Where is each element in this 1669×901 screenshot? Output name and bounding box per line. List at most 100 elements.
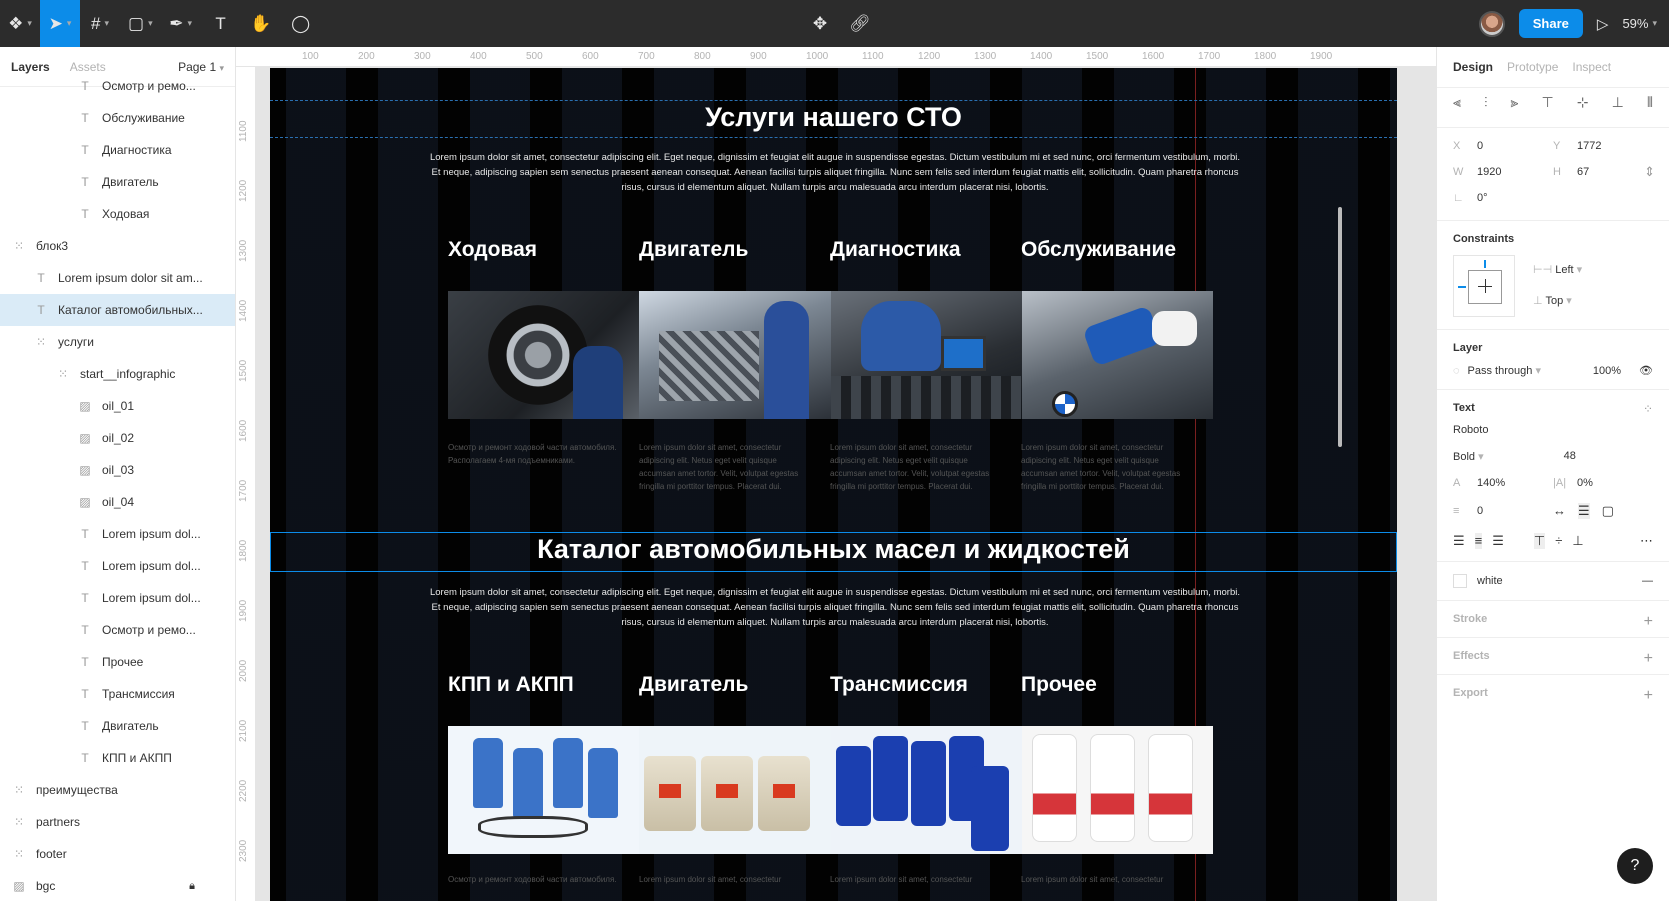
service-image-diagnostics[interactable] — [830, 291, 1022, 419]
comment-tool-button[interactable]: ◯ — [281, 0, 321, 47]
distribute-icon[interactable]: ⦀ — [1647, 94, 1653, 111]
lock-icon[interactable]: 🔒︎ — [189, 880, 195, 893]
text-styles-icon[interactable]: ⁘ — [1643, 402, 1653, 416]
layer-row[interactable]: T Lorem ipsum dol... — [0, 550, 235, 582]
tab-assets[interactable]: Assets — [70, 60, 106, 74]
catalog-title[interactable]: Каталог автомобильных масел и жидкостей — [270, 534, 1397, 565]
fill-swatch[interactable] — [1453, 574, 1467, 588]
add-stroke-icon[interactable]: + — [1644, 613, 1653, 631]
layer-row[interactable]: ▨ oil_04 — [0, 486, 235, 518]
layer-row[interactable]: T Обслуживание — [0, 102, 235, 134]
service-caption-4[interactable]: Lorem ipsum dolor sit amet, consectetur … — [1021, 441, 1196, 493]
service-title-2[interactable]: Двигатель — [639, 238, 748, 262]
paragraph-spacing-field[interactable]: ≡ 0 — [1453, 503, 1553, 519]
w-field[interactable]: W 1920 — [1453, 166, 1553, 178]
avatar[interactable] — [1478, 10, 1505, 37]
font-family-select[interactable]: Roboto — [1453, 424, 1653, 436]
constraint-horizontal[interactable]: ⊢⊣ Left ▾ — [1533, 263, 1582, 276]
layer-row[interactable]: T Двигатель — [0, 166, 235, 198]
text-align-middle-icon[interactable]: ÷ — [1555, 533, 1562, 549]
pen-tool-button[interactable]: ✒ ▾ — [161, 0, 201, 47]
layer-row[interactable]: T Двигатель — [0, 710, 235, 742]
line-height-field[interactable]: A 140% — [1453, 477, 1553, 489]
oil-image-2[interactable] — [639, 726, 831, 854]
layer-row[interactable]: ⁙ footer — [0, 838, 235, 870]
text-align-bottom-icon[interactable]: ⊥ — [1572, 533, 1583, 549]
fill-name[interactable]: white — [1477, 575, 1503, 587]
layer-row[interactable]: ▨ oil_02 — [0, 422, 235, 454]
opacity-value[interactable]: 100% — [1593, 365, 1621, 377]
align-center-h-icon[interactable]: ⫶ — [1484, 94, 1488, 111]
service-image-engine[interactable] — [639, 291, 831, 419]
catalog-description[interactable]: Lorem ipsum dolor sit amet, consectetur … — [425, 585, 1245, 630]
text-align-top-icon[interactable]: ⊤ — [1533, 533, 1546, 549]
services-title[interactable]: Услуги нашего СТО — [270, 102, 1397, 133]
service-caption-3[interactable]: Lorem ipsum dolor sit amet, consectetur … — [830, 441, 1005, 493]
catalog-title-1[interactable]: КПП и АКПП — [448, 673, 574, 697]
more-options-icon[interactable]: ⋯ — [1640, 533, 1653, 549]
shape-tool-button[interactable]: ▢ ▾ — [120, 0, 161, 47]
remove-fill-icon[interactable]: — — [1642, 575, 1653, 587]
service-caption-1[interactable]: Осмотр и ремонт ходовой части автомобиля… — [448, 441, 623, 467]
constraint-vertical[interactable]: ⊥ Top ▾ — [1533, 294, 1582, 307]
layer-row[interactable]: T Осмотр и ремо... — [0, 614, 235, 646]
catalog-caption-2[interactable]: Lorem ipsum dolor sit amet, consectetur — [639, 873, 814, 886]
service-title-4[interactable]: Обслуживание — [1021, 238, 1176, 262]
page-selector[interactable]: Page 1 ▾ — [178, 60, 224, 74]
text-align-center-icon[interactable]: ≡ — [1474, 533, 1483, 549]
align-middle-v-icon[interactable]: ⊹ — [1577, 94, 1589, 111]
auto-height-icon[interactable]: ☰ — [1578, 503, 1590, 519]
layer-row[interactable]: ⁙ partners — [0, 806, 235, 838]
catalog-title-3[interactable]: Трансмиссия — [830, 673, 968, 697]
services-description[interactable]: Lorem ipsum dolor sit amet, consectetur … — [425, 150, 1245, 195]
link-button[interactable]: 🔗︎ — [840, 0, 880, 47]
align-right-icon[interactable]: ⫸ — [1511, 94, 1519, 111]
align-left-icon[interactable]: ⫷ — [1453, 94, 1461, 111]
text-align-left-icon[interactable]: ☰ — [1453, 533, 1465, 549]
catalog-title-4[interactable]: Прочее — [1021, 673, 1097, 697]
layer-row[interactable]: T Прочее — [0, 646, 235, 678]
layer-row[interactable]: T Осмотр и ремо... — [0, 70, 235, 102]
oil-image-3[interactable] — [830, 726, 1022, 854]
hand-tool-button[interactable]: ✋ — [241, 0, 281, 47]
layer-row[interactable]: T Ходовая — [0, 198, 235, 230]
components-button[interactable]: ✥ — [800, 0, 840, 47]
layer-row[interactable]: T Lorem ipsum dol... — [0, 582, 235, 614]
tab-inspect[interactable]: Inspect — [1572, 60, 1611, 74]
text-tool-button[interactable]: T — [201, 0, 241, 47]
layer-row[interactable]: T Lorem ipsum dol... — [0, 518, 235, 550]
move-tool-button[interactable]: ➤ ▾ — [40, 0, 80, 47]
service-title-1[interactable]: Ходовая — [448, 238, 537, 262]
service-image-suspension[interactable] — [448, 291, 640, 419]
layer-row[interactable]: ▨ oil_01 — [0, 390, 235, 422]
service-title-3[interactable]: Диагностика — [830, 238, 961, 262]
align-top-icon[interactable]: ⊤ — [1542, 94, 1554, 111]
text-align-right-icon[interactable]: ☰ — [1492, 533, 1504, 549]
auto-width-icon[interactable]: ↔ — [1553, 503, 1566, 519]
layer-row[interactable]: ⁙ услуги — [0, 326, 235, 358]
rotation-field[interactable]: ∟ 0° — [1453, 192, 1553, 204]
add-export-icon[interactable]: + — [1644, 687, 1653, 705]
h-field[interactable]: H 67 — [1553, 166, 1653, 178]
font-weight-select[interactable]: Bold ▾ — [1453, 450, 1484, 463]
layer-row[interactable]: T Диагностика — [0, 134, 235, 166]
oil-image-4[interactable] — [1021, 726, 1213, 854]
zoom-dropdown[interactable]: 59% ▾ — [1622, 16, 1657, 31]
add-effect-icon[interactable]: + — [1644, 650, 1653, 668]
layer-row[interactable]: T Трансмиссия — [0, 678, 235, 710]
catalog-caption-1[interactable]: Осмотр и ремонт ходовой части автомобиля… — [448, 873, 623, 886]
catalog-title-2[interactable]: Двигатель — [639, 673, 748, 697]
layer-row[interactable]: ⁙ start__infographic — [0, 358, 235, 390]
catalog-caption-4[interactable]: Lorem ipsum dolor sit amet, consectetur — [1021, 873, 1196, 886]
x-field[interactable]: X0 — [1453, 140, 1553, 152]
layer-row[interactable]: T Каталог автомобильных... — [0, 294, 235, 326]
main-menu-button[interactable]: ❖ ▾ — [0, 0, 40, 47]
align-bottom-icon[interactable]: ⊥ — [1612, 94, 1624, 111]
layer-row[interactable]: T КПП и АКПП — [0, 742, 235, 774]
y-field[interactable]: Y 1772 — [1553, 140, 1653, 152]
canvas[interactable]: 100 200 300 400 500 600 700 800 900 1000 1100 1200 1… — [236, 47, 1436, 901]
layer-row[interactable]: ▨ oil_03 — [0, 454, 235, 486]
layer-row[interactable]: T Lorem ipsum dolor sit am... — [0, 262, 235, 294]
frame-tool-button[interactable]: # ▾ — [80, 0, 120, 47]
eye-icon[interactable]: 👁︎ — [1639, 364, 1653, 377]
